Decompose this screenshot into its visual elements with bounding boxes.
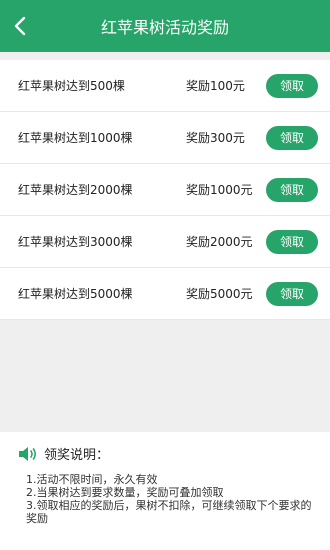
reward-row: 红苹果树达到1000棵 奖励300元 领取 [0,112,330,164]
chevron-left-icon [14,16,26,36]
reward-amount: 奖励5000元 [186,287,253,301]
rules-title: 领奖说明： [44,448,110,463]
claim-button[interactable]: 领取 [266,125,318,150]
app-header: 红苹果树活动奖励 [0,0,330,52]
rule-item: 3.领取相应的奖励后，果树不扣除，可继续领取下个要求的奖励 [26,499,312,525]
rules-header: 领奖说明： [18,444,316,463]
rules-panel: 领奖说明： 1.活动不限时间，永久有效 2.当果树达到要求数量，奖励可叠加领取 … [0,432,330,550]
reward-condition: 红苹果树达到3000棵 [18,235,133,249]
reward-condition: 红苹果树达到500棵 [18,79,125,93]
reward-row: 红苹果树达到2000棵 奖励1000元 领取 [0,164,330,216]
rule-item: 1.活动不限时间，永久有效 [26,473,158,486]
reward-list: 红苹果树达到500棵 奖励100元 领取 红苹果树达到1000棵 奖励300元 … [0,60,330,320]
back-button[interactable] [8,12,32,40]
claim-button[interactable]: 领取 [266,229,318,254]
rule-item: 2.当果树达到要求数量，奖励可叠加领取 [26,486,224,499]
reward-amount: 奖励1000元 [186,183,253,197]
reward-condition: 红苹果树达到5000棵 [18,287,133,301]
reward-row: 红苹果树达到5000棵 奖励5000元 领取 [0,268,330,320]
claim-button[interactable]: 领取 [266,177,318,202]
claim-button[interactable]: 领取 [266,73,318,98]
reward-condition: 红苹果树达到1000棵 [18,131,133,145]
reward-row: 红苹果树达到500棵 奖励100元 领取 [0,60,330,112]
reward-row: 红苹果树达到3000棵 奖励2000元 领取 [0,216,330,268]
reward-amount: 奖励100元 [186,79,245,93]
reward-condition: 红苹果树达到2000棵 [18,183,133,197]
reward-amount: 奖励300元 [186,131,245,145]
page-title: 红苹果树活动奖励 [100,18,229,37]
claim-button[interactable]: 领取 [266,281,318,306]
speaker-icon [19,446,37,461]
reward-amount: 奖励2000元 [186,235,253,249]
